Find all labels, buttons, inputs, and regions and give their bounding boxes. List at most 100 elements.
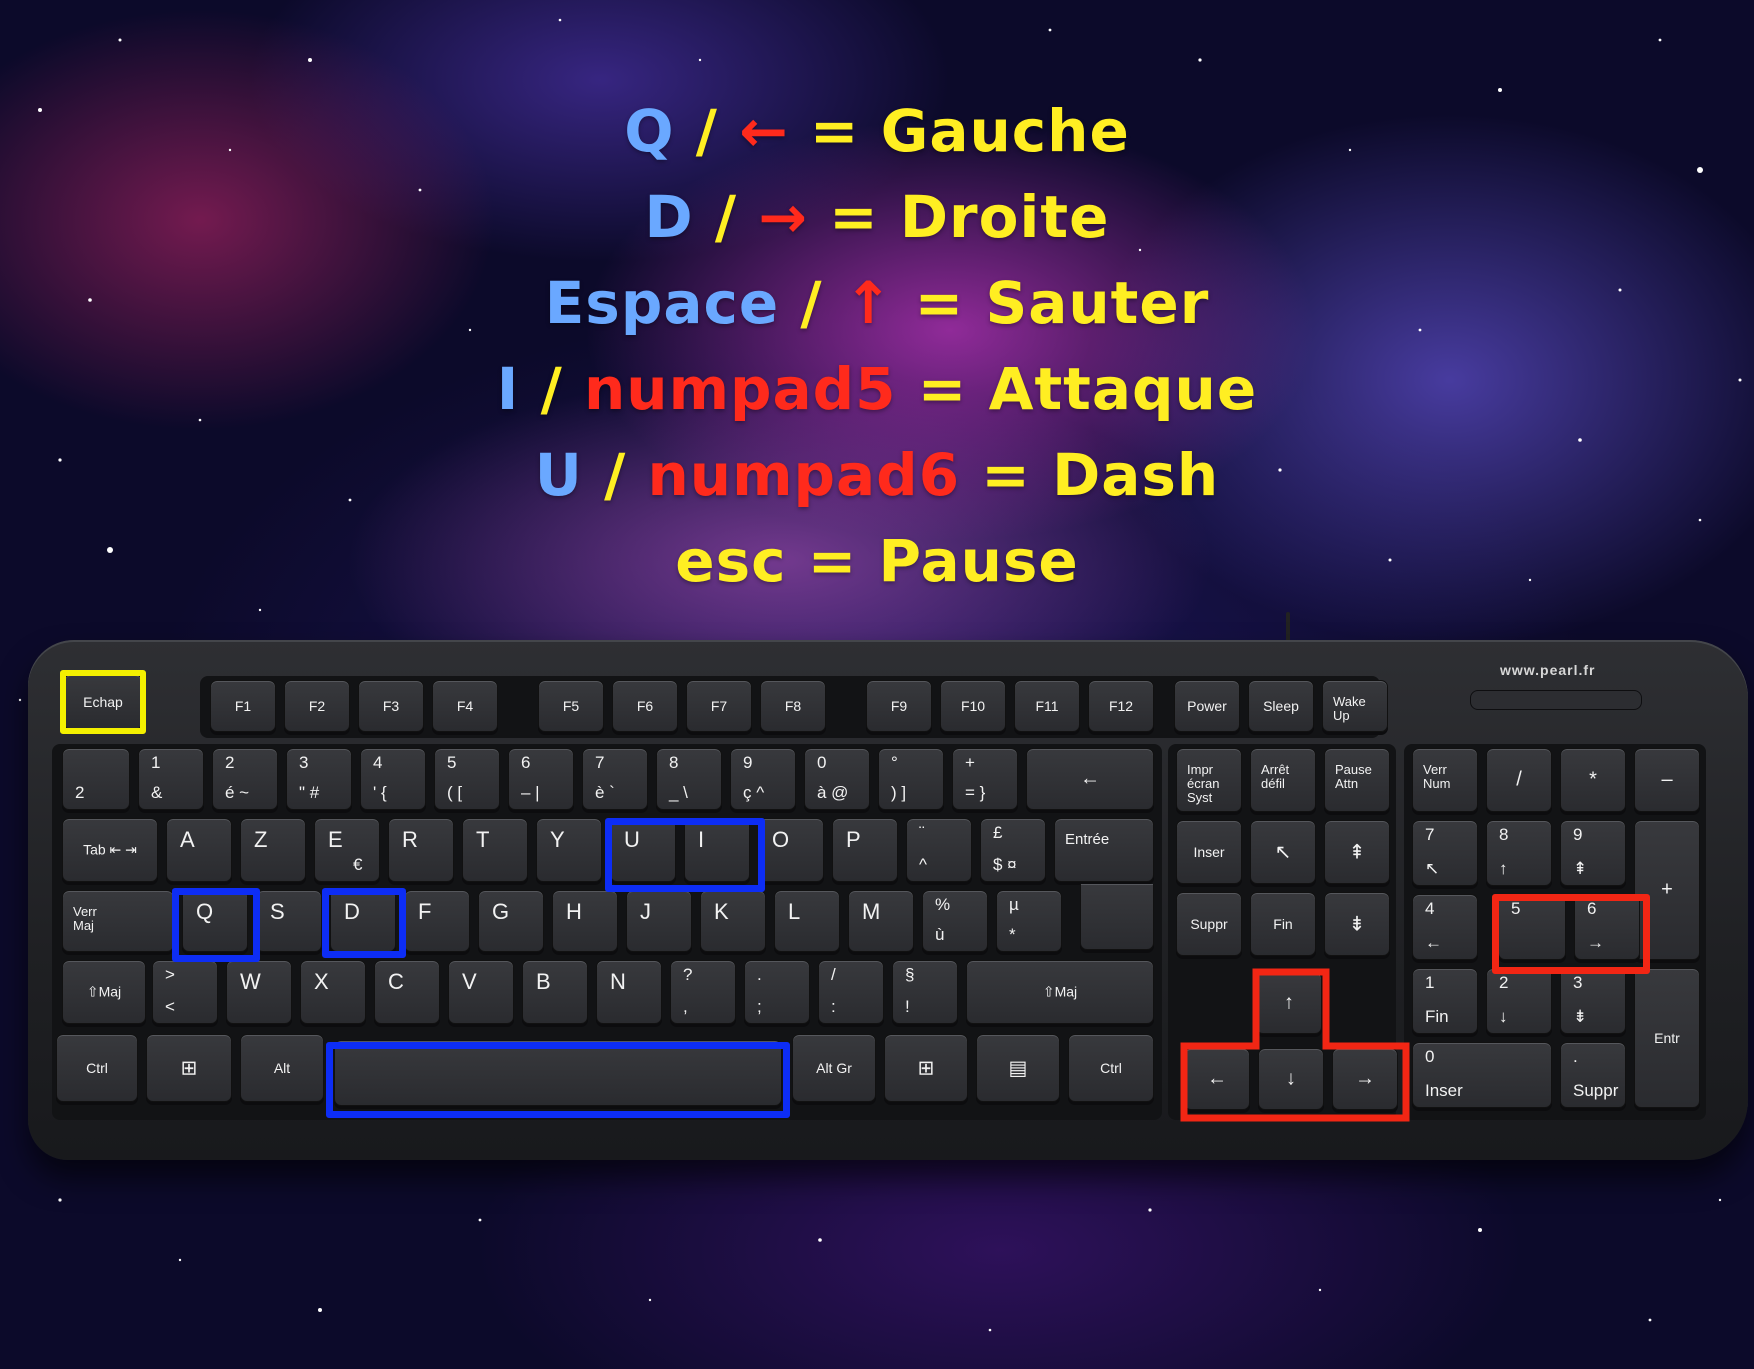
key-semicolon[interactable]: .; <box>744 960 810 1024</box>
key-4[interactable]: 4 ' { <box>360 748 426 810</box>
key-f12[interactable]: F12 <box>1088 680 1154 732</box>
key-arrow-up[interactable]: ↑ <box>1256 972 1322 1034</box>
key-insert[interactable]: Inser <box>1176 820 1242 884</box>
key-a[interactable]: A <box>166 818 232 882</box>
key-f11[interactable]: F11 <box>1014 680 1080 732</box>
key-scroll-lock[interactable]: Arrêt défil <box>1250 748 1316 812</box>
key-numpad-enter[interactable]: Entr <box>1634 968 1700 1108</box>
key-square[interactable]: 2 <box>62 748 130 810</box>
key-exclamation[interactable]: §! <box>892 960 958 1024</box>
key-num-lock[interactable]: Verr Num <box>1412 748 1478 812</box>
key-numpad-4[interactable]: 4 ← <box>1412 894 1478 960</box>
key-colon[interactable]: /: <box>818 960 884 1024</box>
key-dollar[interactable]: £ $ ¤ <box>980 818 1046 882</box>
key-c[interactable]: C <box>374 960 440 1024</box>
key-l[interactable]: L <box>774 890 840 952</box>
key-2[interactable]: 2 é ~ <box>212 748 278 810</box>
key-5[interactable]: 5 ( [ <box>434 748 500 810</box>
key-t[interactable]: T <box>462 818 528 882</box>
key-f10[interactable]: F10 <box>940 680 1006 732</box>
key-page-up[interactable]: ⇞ <box>1324 820 1390 884</box>
key-right-ctrl[interactable]: Ctrl <box>1068 1034 1154 1102</box>
key-numpad-1[interactable]: 1 Fin <box>1412 968 1478 1034</box>
key-plus[interactable]: + = } <box>952 748 1018 810</box>
key-h[interactable]: H <box>552 890 618 952</box>
key-end[interactable]: Fin <box>1250 892 1316 956</box>
key-caps-lock[interactable]: Verr Maj <box>62 890 174 952</box>
key-9[interactable]: 9 ç ^ <box>730 748 796 810</box>
key-right-shift[interactable]: ⇧Maj <box>966 960 1154 1024</box>
key-degree[interactable]: °) ] <box>878 748 944 810</box>
key-f8[interactable]: F8 <box>760 680 826 732</box>
key-alt-gr[interactable]: Alt Gr <box>792 1034 876 1102</box>
key-asterisk[interactable]: µ * <box>996 890 1062 952</box>
key-numpad-0[interactable]: 0 Inser <box>1412 1042 1552 1108</box>
key-left-shift[interactable]: ⇧Maj <box>62 960 146 1024</box>
key-numpad-decimal[interactable]: . Suppr <box>1560 1042 1626 1108</box>
key-f5[interactable]: F5 <box>538 680 604 732</box>
key-7[interactable]: 7 è ` <box>582 748 648 810</box>
key-numpad-divide[interactable]: / <box>1486 748 1552 812</box>
key-k[interactable]: K <box>700 890 766 952</box>
key-power[interactable]: Power <box>1174 680 1240 732</box>
key-f1[interactable]: F1 <box>210 680 276 732</box>
key-comma[interactable]: ?, <box>670 960 736 1024</box>
key-f7[interactable]: F7 <box>686 680 752 732</box>
key-tab[interactable]: Tab ⇤ ⇥ <box>62 818 158 882</box>
key-1[interactable]: 1 & <box>138 748 204 810</box>
key-j[interactable]: J <box>626 890 692 952</box>
key-0[interactable]: 0 à @ <box>804 748 870 810</box>
key-page-down[interactable]: ⇟ <box>1324 892 1390 956</box>
key-left-windows[interactable]: ⊞ <box>146 1034 232 1102</box>
key-w[interactable]: W <box>226 960 292 1024</box>
key-left-alt[interactable]: Alt <box>240 1034 324 1102</box>
key-r[interactable]: R <box>388 818 454 882</box>
key-s[interactable]: S <box>256 890 322 952</box>
key-v[interactable]: V <box>448 960 514 1024</box>
key-numpad-3[interactable]: 3 ⇟ <box>1560 968 1626 1034</box>
key-home[interactable]: ↖ <box>1250 820 1316 884</box>
key-6[interactable]: 6 – | <box>508 748 574 810</box>
key-numpad-minus[interactable]: – <box>1634 748 1700 812</box>
key-pause[interactable]: Pause Attn <box>1324 748 1390 812</box>
key-angle-bracket[interactable]: > < <box>152 960 218 1024</box>
key-arrow-down[interactable]: ↓ <box>1258 1048 1324 1110</box>
key-backspace[interactable]: ← <box>1026 748 1154 810</box>
key-f[interactable]: F <box>404 890 470 952</box>
key-u-grave[interactable]: % ù <box>922 890 988 952</box>
key-arrow-right[interactable]: → <box>1332 1048 1398 1110</box>
key-3[interactable]: 3 " # <box>286 748 352 810</box>
key-p[interactable]: P <box>832 818 898 882</box>
key-circumflex[interactable]: ¨ ^ <box>906 818 972 882</box>
key-y[interactable]: Y <box>536 818 602 882</box>
key-wake-up[interactable]: Wake Up <box>1322 680 1388 732</box>
key-m[interactable]: M <box>848 890 914 952</box>
key-g[interactable]: G <box>478 890 544 952</box>
key-numpad-9[interactable]: 9 ⇞ <box>1560 820 1626 886</box>
key-n[interactable]: N <box>596 960 662 1024</box>
key-8[interactable]: 8 _ \ <box>656 748 722 810</box>
key-o[interactable]: O <box>758 818 824 882</box>
key-f4[interactable]: F4 <box>432 680 498 732</box>
key-x[interactable]: X <box>300 960 366 1024</box>
key-delete[interactable]: Suppr <box>1176 892 1242 956</box>
key-enter[interactable]: Entrée <box>1054 818 1154 882</box>
key-enter-lower[interactable] <box>1080 884 1154 950</box>
key-z[interactable]: Z <box>240 818 306 882</box>
key-print-screen[interactable]: Impr écran Syst <box>1176 748 1242 812</box>
key-left-ctrl[interactable]: Ctrl <box>56 1034 138 1102</box>
key-f3[interactable]: F3 <box>358 680 424 732</box>
key-e[interactable]: E € <box>314 818 380 882</box>
key-b[interactable]: B <box>522 960 588 1024</box>
key-arrow-left[interactable]: ← <box>1184 1048 1250 1110</box>
key-numpad-2[interactable]: 2 ↓ <box>1486 968 1552 1034</box>
key-f6[interactable]: F6 <box>612 680 678 732</box>
key-f9[interactable]: F9 <box>866 680 932 732</box>
key-numpad-7[interactable]: 7 ↖ <box>1412 820 1478 886</box>
key-sleep[interactable]: Sleep <box>1248 680 1314 732</box>
key-right-windows[interactable]: ⊞ <box>884 1034 968 1102</box>
key-menu[interactable]: ▤ <box>976 1034 1060 1102</box>
key-numpad-multiply[interactable]: * <box>1560 748 1626 812</box>
key-numpad-8[interactable]: 8 ↑ <box>1486 820 1552 886</box>
key-f2[interactable]: F2 <box>284 680 350 732</box>
